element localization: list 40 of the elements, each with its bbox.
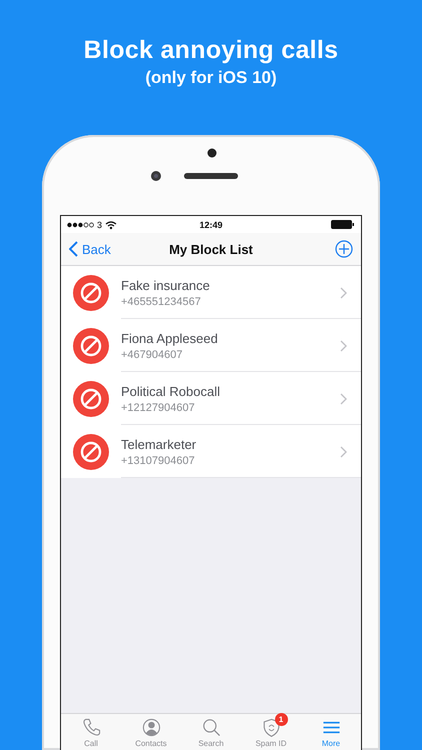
block-icon [73,328,109,364]
chevron-icon [340,446,347,458]
tab-button[interactable]: Search [181,714,241,748]
chevron-icon [340,286,347,298]
battery-icon [331,220,355,229]
speaker-icon [184,173,238,179]
tab-button[interactable]: 1 Spam ID [241,714,301,748]
nav-title: My Block List [169,242,253,256]
phone-icon [80,717,102,738]
tab-button[interactable]: More [301,714,361,748]
contact-name: Telemarketer [121,436,198,452]
block-icon [73,380,109,416]
camera-icon [151,171,161,181]
signal-icon [67,222,94,228]
contact-name: Fake insurance [121,278,211,292]
shield-icon [260,717,282,738]
chevron-icon [69,241,78,257]
wifi-icon [105,220,118,230]
block-icon [73,434,109,470]
chevron-icon [340,392,347,404]
chevron-icon [340,340,347,352]
tab-button[interactable]: Contacts [121,714,181,748]
phone-number: +12127904607 [121,402,196,414]
phone-number: +467904607 [121,348,184,360]
status-time: 12:49 [199,220,223,230]
add-icon[interactable] [335,240,353,258]
person-icon [140,717,162,738]
phone-number: +13107904607 [121,454,196,466]
headline: Block annoying calls [84,36,338,65]
contact-name: Fiona Appleseed [121,330,219,346]
phone-number: +465551234567 [121,296,202,308]
contact-name: Political Robocall [121,384,221,398]
search-icon [200,717,222,738]
subheadline: (only for iOS 10) [145,68,277,88]
block-icon [73,274,109,310]
notification-badge: 1 [274,713,288,726]
camera-icon [207,148,217,158]
carrier-label: 3 [97,220,102,230]
tab-button[interactable]: Call [61,714,121,748]
back-button[interactable]: Back [69,241,111,257]
